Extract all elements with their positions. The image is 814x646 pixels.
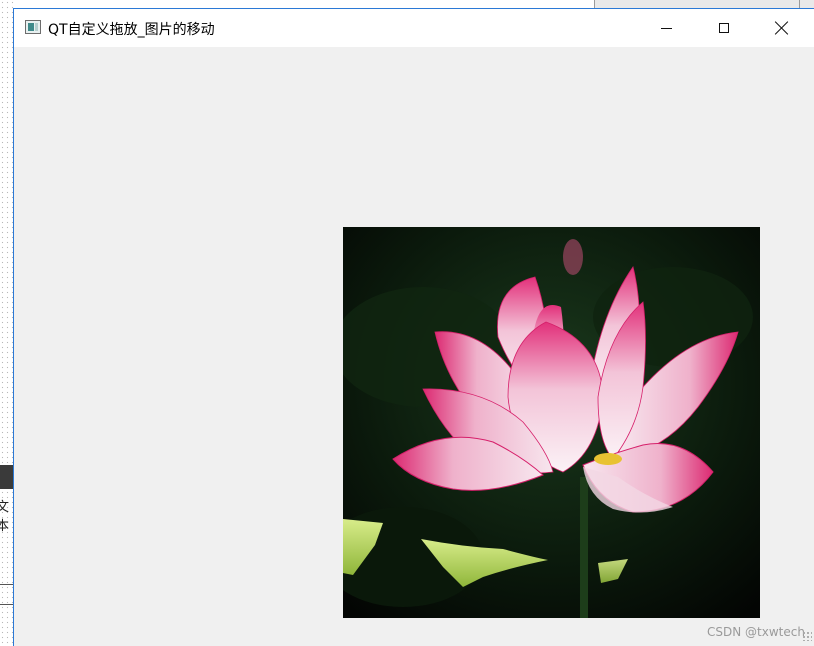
maximize-button[interactable] — [695, 9, 753, 47]
background-divider — [0, 604, 14, 605]
title-bar[interactable]: QT自定义拖放_图片的移动 — [14, 9, 814, 47]
lotus-flower-image[interactable] — [343, 227, 760, 618]
resize-grip-icon[interactable] — [802, 631, 812, 641]
drop-area[interactable] — [14, 47, 814, 646]
watermark: CSDN @txwtech — [707, 625, 805, 639]
background-dark-strip — [0, 465, 14, 489]
minimize-button[interactable] — [637, 9, 695, 47]
close-icon — [775, 21, 789, 35]
close-button[interactable] — [753, 9, 811, 47]
maximize-icon — [719, 23, 729, 33]
background-designer-grid: 文本 — [0, 0, 14, 646]
main-window: QT自定义拖放_图片的移动 — [13, 8, 814, 646]
window-title: QT自定义拖放_图片的移动 — [48, 22, 215, 38]
background-label: 文本 — [0, 500, 10, 534]
minimize-icon — [660, 27, 672, 29]
background-divider — [0, 584, 14, 585]
app-icon[interactable] — [25, 20, 41, 34]
